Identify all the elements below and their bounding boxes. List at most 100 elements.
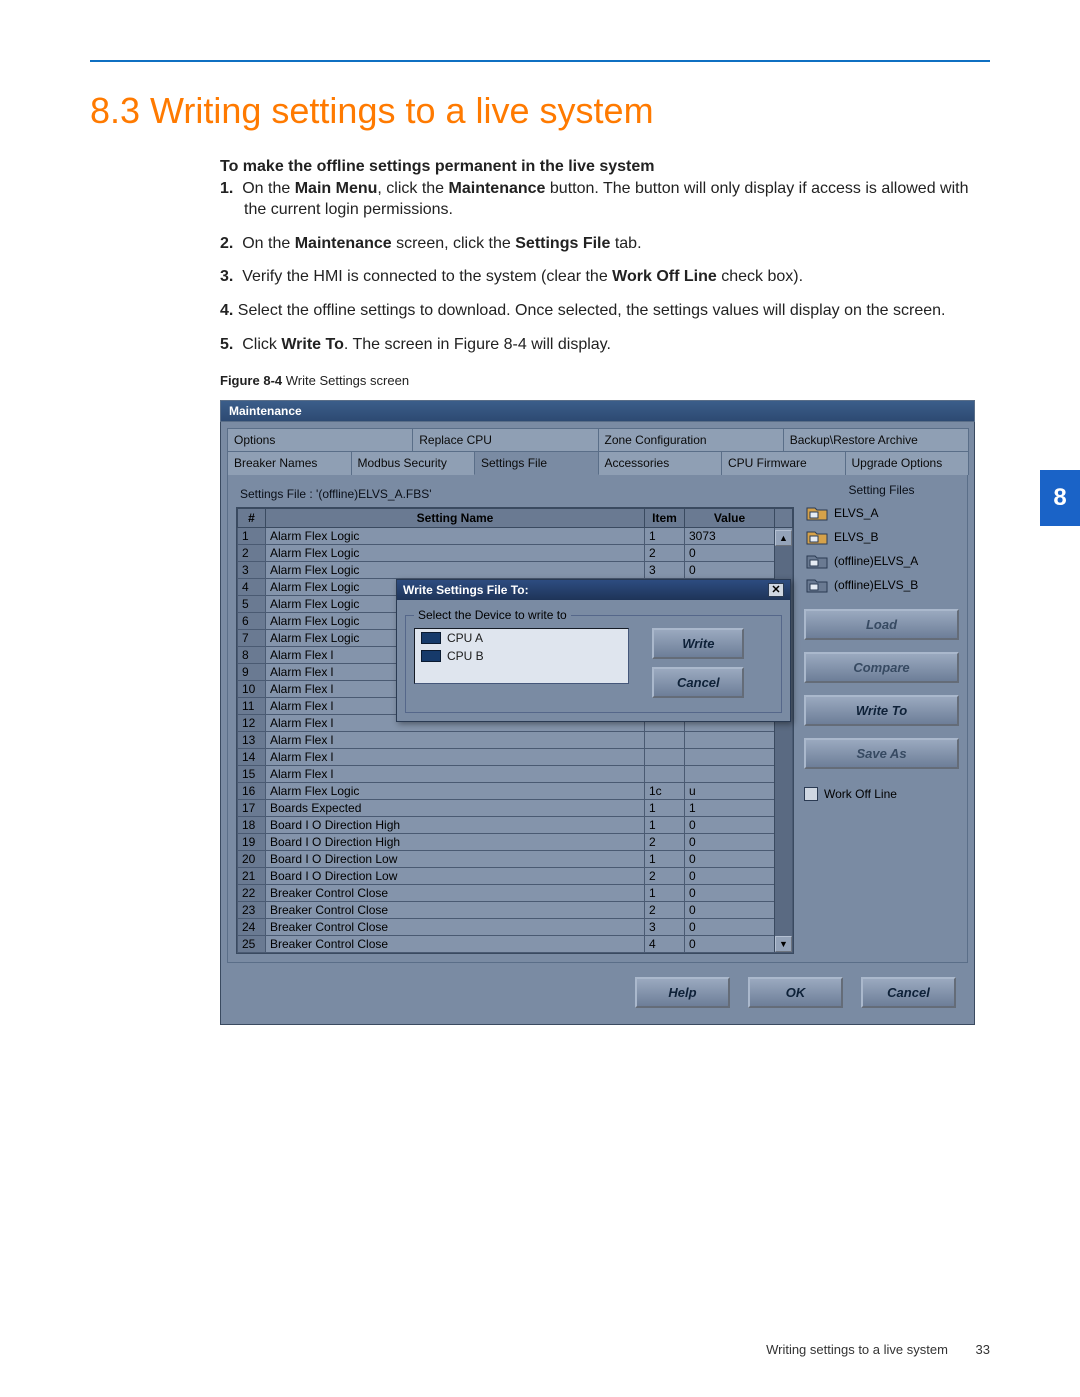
tabs-row-2: Breaker NamesModbus SecuritySettings Fil… [227, 451, 968, 475]
help-button[interactable]: Help [635, 977, 730, 1008]
window-title: Maintenance [220, 400, 975, 422]
folder-icon [806, 576, 828, 594]
step5-post: . The screen in Figure 8-4 will display. [344, 336, 611, 353]
tab-cpu-firmware[interactable]: CPU Firmware [721, 451, 846, 475]
cpu-icon [421, 632, 441, 644]
tab-settings-file[interactable]: Settings File [474, 451, 599, 475]
table-row[interactable]: 20Board I O Direction Low10 [238, 851, 793, 868]
tab-options[interactable]: Options [227, 428, 413, 451]
tab-replace-cpu[interactable]: Replace CPU [412, 428, 598, 451]
table-row[interactable]: 16Alarm Flex Logic1cu [238, 783, 793, 800]
step5-b1: Write To [281, 336, 344, 353]
dialog-write-button[interactable]: Write [652, 628, 744, 659]
device-item[interactable]: CPU A [415, 629, 628, 647]
step-4: 4. Select the offline settings to downlo… [220, 300, 980, 322]
close-icon[interactable]: ✕ [768, 583, 784, 597]
table-row[interactable]: 21Board I O Direction Low20 [238, 868, 793, 885]
work-offline-row[interactable]: Work Off Line [804, 787, 959, 801]
setting-files-label: Setting Files [804, 483, 959, 501]
figure-caption-bold: Figure 8-4 [220, 373, 282, 388]
step1-b1: Main Menu [295, 180, 378, 197]
step3-b1: Work Off Line [612, 268, 717, 285]
save-as-button[interactable]: Save As [804, 738, 959, 769]
table-row[interactable]: 24Breaker Control Close30 [238, 919, 793, 936]
step1-pre: On the [242, 180, 294, 197]
col-header-num: # [238, 509, 266, 528]
dialog-title: Write Settings File To: [403, 583, 529, 597]
maintenance-screenshot: Maintenance OptionsReplace CPUZone Confi… [220, 400, 975, 1025]
ok-button[interactable]: OK [748, 977, 843, 1008]
load-button[interactable]: Load [804, 609, 959, 640]
step1-b2: Maintenance [449, 180, 546, 197]
table-row[interactable]: 22Breaker Control Close10 [238, 885, 793, 902]
figure-caption-rest: Write Settings screen [282, 373, 409, 388]
tabs-row-1: OptionsReplace CPUZone ConfigurationBack… [227, 428, 968, 451]
table-row[interactable]: 23Breaker Control Close20 [238, 902, 793, 919]
table-row[interactable]: 18Board I O Direction High10 [238, 817, 793, 834]
cpu-icon [421, 650, 441, 662]
tab-zone-configuration[interactable]: Zone Configuration [598, 428, 784, 451]
table-row[interactable]: 25Breaker Control Close40 [238, 936, 793, 953]
col-header-name: Setting Name [266, 509, 645, 528]
page-number: 33 [976, 1342, 990, 1357]
table-row[interactable]: 1Alarm Flex Logic13073 [238, 528, 793, 545]
cancel-button[interactable]: Cancel [861, 977, 956, 1008]
table-row[interactable]: 13Alarm Flex l [238, 732, 793, 749]
settings-file-label: Settings File : '(offline)ELVS_A.FBS' [236, 483, 794, 507]
step2-pre: On the [242, 235, 294, 252]
table-row[interactable]: 3Alarm Flex Logic30 [238, 562, 793, 579]
section-heading: 8.3 Writing settings to a live system [90, 90, 990, 132]
step4-text: Select the offline settings to download.… [238, 302, 946, 319]
work-offline-label: Work Off Line [824, 787, 897, 801]
setting-file-item[interactable]: (offline)ELVS_B [804, 573, 959, 597]
setting-file-item[interactable]: (offline)ELVS_A [804, 549, 959, 573]
device-item[interactable]: CPU B [415, 647, 628, 665]
step1-mid: , click the [377, 180, 448, 197]
table-row[interactable]: 14Alarm Flex l [238, 749, 793, 766]
step-1: 1. On the Main Menu, click the Maintenan… [220, 178, 980, 221]
page-footer: Writing settings to a live system 33 [766, 1342, 990, 1357]
chapter-tab: 8 [1040, 470, 1080, 526]
table-row[interactable]: 15Alarm Flex l [238, 766, 793, 783]
step2-b2: Settings File [515, 235, 610, 252]
tab-breaker-names[interactable]: Breaker Names [227, 451, 352, 475]
step2-mid: screen, click the [392, 235, 516, 252]
setting-files-list: ELVS_AELVS_B(offline)ELVS_A(offline)ELVS… [804, 501, 959, 597]
work-offline-checkbox[interactable] [804, 787, 818, 801]
write-to-button[interactable]: Write To [804, 695, 959, 726]
folder-icon [806, 552, 828, 570]
compare-button[interactable]: Compare [804, 652, 959, 683]
dialog-cancel-button[interactable]: Cancel [652, 667, 744, 698]
scroll-down-icon[interactable]: ▼ [775, 936, 792, 952]
footer-text: Writing settings to a live system [766, 1342, 948, 1357]
step2-post: tab. [610, 235, 641, 252]
step3-pre: Verify the HMI is connected to the syste… [242, 268, 612, 285]
write-settings-dialog: Write Settings File To: ✕ Select the Dev… [396, 579, 791, 722]
bottom-button-bar: Help OK Cancel [227, 963, 968, 1018]
table-row[interactable]: 17Boards Expected11 [238, 800, 793, 817]
step5-pre: Click [242, 336, 281, 353]
folder-icon [806, 504, 828, 522]
setting-file-item[interactable]: ELVS_B [804, 525, 959, 549]
step-2: 2. On the Maintenance screen, click the … [220, 233, 980, 255]
table-row[interactable]: 2Alarm Flex Logic20 [238, 545, 793, 562]
folder-icon [806, 528, 828, 546]
step2-b1: Maintenance [295, 235, 392, 252]
dialog-legend: Select the Device to write to [414, 608, 571, 622]
figure-caption: Figure 8-4 Write Settings screen [220, 373, 990, 388]
col-header-item: Item [645, 509, 685, 528]
table-row[interactable]: 19Board I O Direction High20 [238, 834, 793, 851]
tab-modbus-security[interactable]: Modbus Security [351, 451, 476, 475]
settings-grid[interactable]: # Setting Name Item Value 1Alarm Flex Lo… [237, 508, 793, 953]
device-list[interactable]: CPU ACPU B [414, 628, 629, 684]
col-header-value: Value [685, 509, 775, 528]
tab-backup-restore-archive[interactable]: Backup\Restore Archive [783, 428, 969, 451]
tab-upgrade-options[interactable]: Upgrade Options [845, 451, 970, 475]
step-5: 5. Click Write To. The screen in Figure … [220, 334, 980, 356]
scroll-up-icon[interactable]: ▲ [775, 530, 792, 546]
setting-file-item[interactable]: ELVS_A [804, 501, 959, 525]
top-rule [90, 60, 990, 62]
step3-post: check box). [717, 268, 803, 285]
tab-accessories[interactable]: Accessories [598, 451, 723, 475]
intro-line: To make the offline settings permanent i… [220, 156, 980, 178]
